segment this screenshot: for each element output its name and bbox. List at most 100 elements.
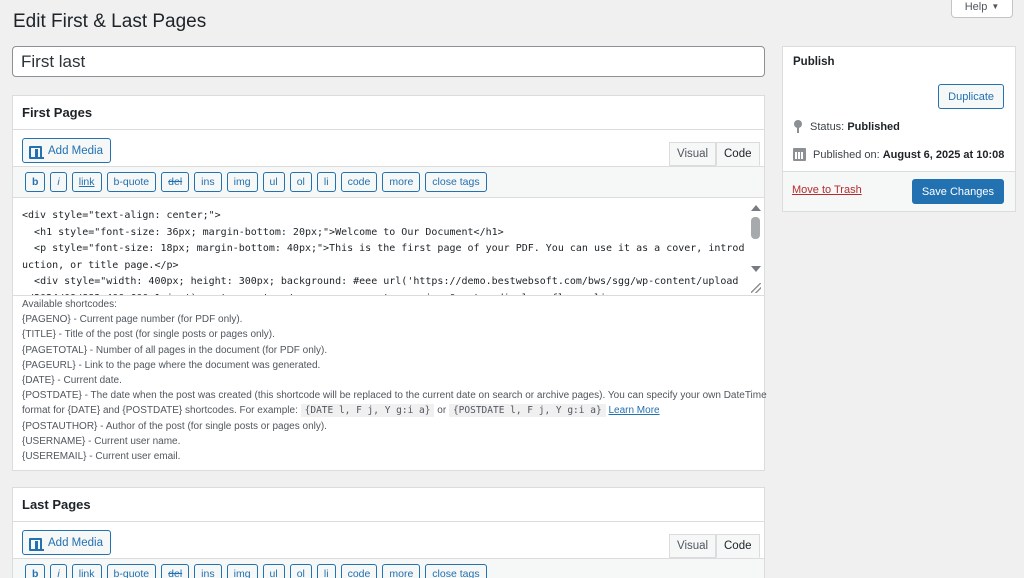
quicktag-b-quote-button[interactable]: b-quote bbox=[106, 564, 157, 578]
publish-heading: Publish bbox=[793, 56, 835, 68]
quicktag-b-quote-button[interactable]: b-quote bbox=[106, 172, 157, 192]
published-row: Published on: August 6, 2025 at 10:08 bbox=[793, 148, 1004, 161]
code-editor[interactable]: <div style="text-align: center;"> <h1 st… bbox=[13, 198, 764, 296]
help-button[interactable]: Help ▼ bbox=[951, 0, 1013, 18]
media-icon bbox=[29, 144, 44, 159]
status-row: Status: Published bbox=[793, 120, 900, 133]
shortcode-desc: - Number of all pages in the document (f… bbox=[87, 344, 328, 356]
code-content[interactable]: <div style="text-align: center;"> <h1 st… bbox=[13, 198, 764, 295]
shortcode-code: {POSTAUTHOR} bbox=[22, 420, 98, 432]
first-pages-heading: First Pages bbox=[13, 96, 764, 130]
quicktag-i-button[interactable]: i bbox=[50, 564, 67, 578]
pin-icon bbox=[793, 120, 803, 133]
quicktag-del-button[interactable]: del bbox=[161, 172, 190, 192]
quicktag-link-button[interactable]: link bbox=[71, 172, 102, 192]
publish-actions: Move to Trash Save Changes bbox=[783, 171, 1015, 211]
shortcode-desc: - Author of the post (for single posts o… bbox=[97, 420, 327, 432]
quicktag-more-button[interactable]: more bbox=[382, 564, 421, 578]
quicktags-toolbar: b i link b-quote del ins img ul ol li code more clos… bbox=[13, 166, 764, 198]
add-media-button[interactable]: Add Media bbox=[22, 138, 111, 163]
shortcode-line: {DATE} - Current date. bbox=[22, 373, 756, 388]
shortcode-code: {POSTDATE} bbox=[22, 390, 82, 402]
shortcode-desc: - The date when the post was created (th… bbox=[81, 390, 767, 402]
shortcodes-intro: Available shortcodes: bbox=[22, 299, 117, 310]
quicktag-code-button[interactable]: code bbox=[340, 564, 378, 578]
shortcode-desc: - Current page number (for PDF only). bbox=[70, 314, 243, 326]
shortcode-line: {PAGETOTAL} - Number of all pages in the… bbox=[22, 343, 756, 358]
scroll-up-icon[interactable] bbox=[751, 205, 761, 211]
add-media-label: Add Media bbox=[48, 536, 103, 549]
shortcodes-help: Available shortcodes: {PAGENO} - Current… bbox=[22, 297, 767, 464]
quicktag-b-button[interactable]: b bbox=[25, 172, 46, 192]
quicktag-ul-button[interactable]: ul bbox=[262, 172, 285, 192]
quicktag-ul-button[interactable]: ul bbox=[262, 564, 285, 578]
shortcode-code: {PAGEURL} bbox=[22, 359, 76, 371]
quicktag-i-button[interactable]: i bbox=[50, 172, 67, 192]
quicktag-li-button[interactable]: li bbox=[316, 172, 336, 192]
shortcode-desc: - Current user email. bbox=[86, 451, 181, 463]
quicktag-ins-button[interactable]: ins bbox=[194, 172, 222, 192]
or-word: or bbox=[437, 405, 447, 417]
published-value: August 6, 2025 at 10:08 bbox=[882, 148, 1005, 161]
quicktag-img-button[interactable]: img bbox=[226, 564, 258, 578]
shortcode-desc: - Current date. bbox=[54, 375, 122, 387]
move-to-trash-link[interactable]: Move to Trash bbox=[792, 184, 862, 196]
publish-box: Publish Duplicate Status: Published Publ… bbox=[782, 46, 1016, 212]
shortcode-line: {PAGENO} - Current page number (for PDF … bbox=[22, 312, 756, 327]
quicktag-ol-button[interactable]: ol bbox=[289, 564, 312, 578]
chevron-down-icon: ▼ bbox=[991, 2, 1000, 11]
editor-tabs: Visual Code bbox=[669, 142, 760, 166]
quicktag-li-button[interactable]: li bbox=[316, 564, 336, 578]
shortcode-line: {POSTDATE} - The date when the post was … bbox=[22, 388, 767, 403]
shortcode-desc: - Link to the page where the document wa… bbox=[75, 359, 321, 371]
tab-code[interactable]: Code bbox=[716, 534, 760, 558]
duplicate-button[interactable]: Duplicate bbox=[938, 84, 1004, 109]
published-label: Published on: bbox=[813, 148, 880, 161]
example-postdate-code: {POSTDATE l, F j, Y g:i a} bbox=[448, 404, 606, 418]
quicktag-more-button[interactable]: more bbox=[382, 172, 421, 192]
editor-tabs: Visual Code bbox=[669, 534, 760, 558]
shortcode-line: {TITLE} - Title of the post (for single … bbox=[22, 327, 756, 342]
shortcode-code: {USERNAME} bbox=[22, 435, 86, 447]
example-date-code: {DATE l, F j, Y g:i a} bbox=[300, 404, 435, 418]
quicktags-toolbar: b i link b-quote del ins img ul ol li code more clos… bbox=[13, 558, 764, 578]
quicktag-ins-button[interactable]: ins bbox=[194, 564, 222, 578]
quicktag-close-tags-button[interactable]: close tags bbox=[425, 564, 487, 578]
format-prefix: format for {DATE} and {POSTDATE} shortco… bbox=[22, 405, 298, 417]
first-pages-box: First Pages Add Media Visual Code b i link… bbox=[12, 95, 767, 471]
status-value: Published bbox=[847, 120, 900, 133]
tab-visual[interactable]: Visual bbox=[669, 142, 717, 166]
media-icon bbox=[29, 536, 44, 551]
quicktag-ol-button[interactable]: ol bbox=[289, 172, 312, 192]
quicktag-link-button[interactable]: link bbox=[71, 564, 102, 578]
last-pages-box: Last Pages Add Media Visual Code b i link b… bbox=[12, 487, 765, 578]
shortcode-format-line: format for {DATE} and {POSTDATE} shortco… bbox=[22, 403, 756, 418]
quicktag-code-button[interactable]: code bbox=[340, 172, 378, 192]
shortcode-code: {PAGENO} bbox=[22, 314, 71, 326]
resize-handle-icon[interactable] bbox=[751, 283, 761, 293]
last-pages-heading: Last Pages bbox=[13, 488, 764, 522]
shortcode-line: {USERNAME} - Current user name. bbox=[22, 434, 756, 449]
save-changes-button[interactable]: Save Changes bbox=[911, 179, 1004, 204]
quicktag-b-button[interactable]: b bbox=[25, 564, 46, 578]
scroll-down-icon[interactable] bbox=[751, 266, 761, 272]
quicktag-del-button[interactable]: del bbox=[161, 564, 190, 578]
add-media-button[interactable]: Add Media bbox=[22, 530, 111, 555]
shortcode-desc: - Current user name. bbox=[85, 435, 181, 447]
learn-more-link[interactable]: Learn More bbox=[608, 405, 659, 416]
shortcode-desc: - Title of the post (for single posts or… bbox=[55, 329, 275, 341]
tab-visual[interactable]: Visual bbox=[669, 534, 717, 558]
status-label: Status: bbox=[810, 120, 845, 133]
post-title-input[interactable] bbox=[12, 46, 765, 77]
shortcode-line: {USEREMAIL} - Current user email. bbox=[22, 449, 756, 464]
page-title: Edit First & Last Pages bbox=[13, 11, 207, 32]
add-media-label: Add Media bbox=[48, 144, 103, 157]
scroll-thumb[interactable] bbox=[751, 217, 760, 239]
shortcode-code: {PAGETOTAL} bbox=[22, 344, 88, 356]
quicktag-img-button[interactable]: img bbox=[226, 172, 258, 192]
quicktag-close-tags-button[interactable]: close tags bbox=[425, 172, 487, 192]
shortcode-code: {DATE} bbox=[22, 375, 55, 387]
editor-scrollbar[interactable] bbox=[747, 198, 764, 295]
shortcode-line: {POSTAUTHOR} - Author of the post (for s… bbox=[22, 419, 756, 434]
tab-code[interactable]: Code bbox=[716, 142, 760, 166]
